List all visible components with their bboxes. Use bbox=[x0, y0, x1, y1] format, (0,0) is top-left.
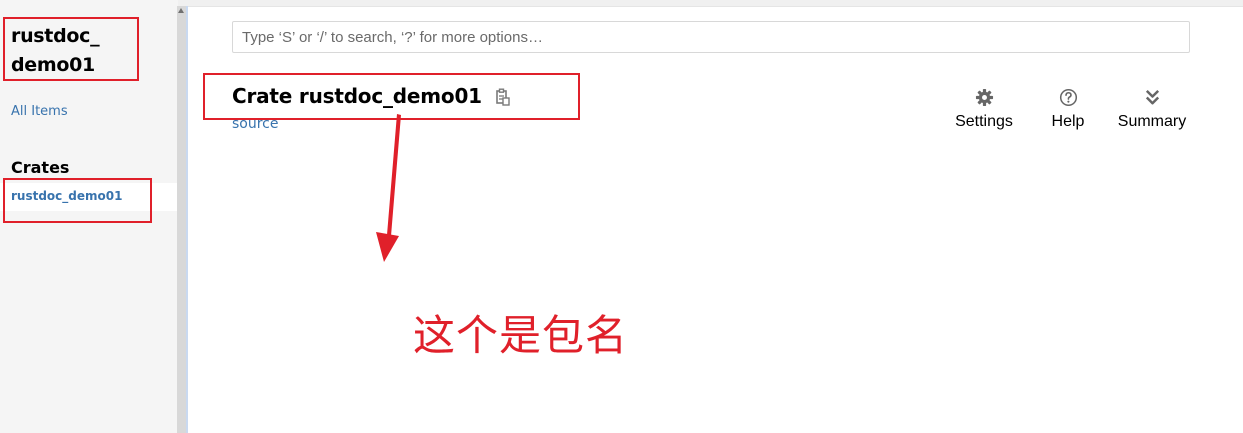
scroll-up-arrow-icon[interactable] bbox=[178, 8, 184, 13]
annotation-box-crate-list bbox=[3, 178, 152, 223]
settings-label: Settings bbox=[955, 113, 1013, 130]
help-label: Help bbox=[1051, 113, 1085, 130]
summary-button[interactable]: Summary bbox=[1113, 88, 1191, 131]
question-circle-icon bbox=[1059, 88, 1077, 107]
search-input[interactable] bbox=[232, 21, 1190, 53]
annotation-arrow-icon bbox=[376, 114, 401, 262]
sidebar-scrollbar[interactable] bbox=[177, 6, 186, 433]
help-button[interactable]: Help bbox=[1046, 88, 1090, 131]
gear-icon bbox=[975, 88, 993, 107]
annotation-box-sidebar-title bbox=[3, 17, 139, 81]
double-chevron-down-icon bbox=[1145, 89, 1159, 105]
annotation-text: 这个是包名 bbox=[413, 311, 629, 360]
sidebar-divider bbox=[186, 6, 188, 433]
crates-heading: Crates bbox=[11, 158, 70, 177]
summary-label: Summary bbox=[1117, 113, 1187, 130]
all-items-link[interactable]: All Items bbox=[11, 104, 68, 119]
rustdoc-page: rustdoc_ demo01 All Items Crates rustdoc… bbox=[0, 0, 1243, 433]
settings-button[interactable]: Settings bbox=[950, 88, 1018, 131]
